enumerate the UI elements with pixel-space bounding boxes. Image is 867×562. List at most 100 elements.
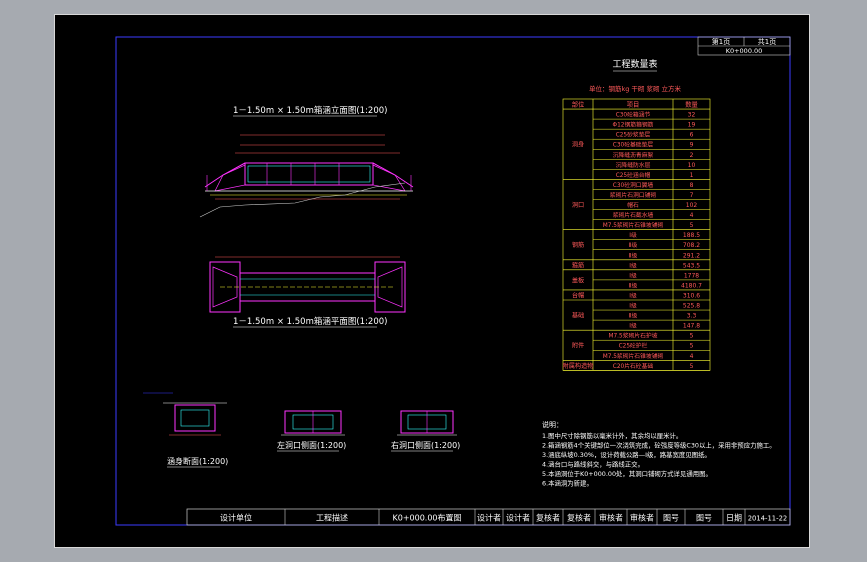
table-cell-item: M7.5浆砌片石锥坡铺砌 <box>603 221 664 229</box>
table-cell-qty: 10 <box>688 162 696 169</box>
viewport: 第1页 共1页 K0+000.00 1－1.50m × 1.50m箱涵立面图(1… <box>0 0 867 562</box>
table-cell-qty: 102 <box>686 202 698 209</box>
table-cell-qty: 7 <box>690 192 694 199</box>
table-group-label: 洞口 <box>572 201 584 209</box>
title-block-cell: 图号 <box>696 514 712 523</box>
sheet-total-label: 共1页 <box>758 37 776 46</box>
note-line: 6.本涵洞为新建。 <box>542 479 593 488</box>
title-block-cell: 设计者 <box>506 513 530 523</box>
left-portal-title: 左洞口侧面(1:200) <box>277 440 346 450</box>
quantity-table-title: 工程数量表 <box>612 58 657 70</box>
table-cell-qty: 188.5 <box>683 232 700 239</box>
note-line: 5.本涵洞位于K0+000.00处，其洞口铺砌方式详见通用图。 <box>542 469 712 478</box>
title-block-cell: 复核者 <box>536 513 560 523</box>
table-cell-qty: 4 <box>690 353 694 360</box>
title-block-cell: 图号 <box>663 514 679 523</box>
title-block-cell: 复核者 <box>567 513 591 523</box>
note-line: 2.箱涵钢筋4个关键部位一次浇筑完成，砼强度等级C30以上，采用非预应力施工。 <box>542 441 776 450</box>
table-cell-qty: 5 <box>690 363 694 370</box>
drawing-canvas[interactable]: 第1页 共1页 K0+000.00 1－1.50m × 1.50m箱涵立面图(1… <box>54 14 810 548</box>
title-block-cell: 2014-11-22 <box>748 515 788 523</box>
table-cell-qty: 8 <box>690 182 694 189</box>
table-cell-item: C30砼洞口翼墙 <box>613 181 654 189</box>
cross-section-drawing[interactable]: 涵身断面(1:200) <box>143 392 228 468</box>
drawing-sheet: 第1页 共1页 K0+000.00 1－1.50m × 1.50m箱涵立面图(1… <box>115 36 791 526</box>
notes-heading: 说明： <box>542 420 563 429</box>
title-block-cell: 设计单位 <box>220 513 252 523</box>
title-block-cell: K0+000.00布置图 <box>392 513 461 523</box>
table-cell-item: 浆砌片石洞口铺砌 <box>610 191 657 199</box>
elevation-title: 1－1.50m × 1.50m箱涵立面图(1:200) <box>233 105 387 116</box>
title-block-cell: 审核者 <box>599 513 623 523</box>
table-group-label: 洞身 <box>572 141 584 149</box>
table-header: 项目 <box>627 101 640 109</box>
table-cell-item: Ⅱ级 <box>629 241 638 249</box>
sheet-station: K0+000.00 <box>726 47 763 55</box>
table-cell-item: Φ12钢筋箍钢筋 <box>613 121 654 129</box>
table-cell-qty: 3.3 <box>687 313 697 320</box>
table-cell-qty: 1 <box>690 172 694 179</box>
table-cell-item: Ⅱ级 <box>629 312 638 320</box>
quantity-table-unit-note: 单位：钢筋kg 干砌 浆砌 立方米 <box>589 84 682 93</box>
table-cell-item: 沉降缝防水层 <box>616 161 651 169</box>
table-cell-item: Ⅰ级 <box>629 271 637 279</box>
table-cell-qty: 6 <box>690 132 694 139</box>
title-block-cell: 日期 <box>726 514 742 523</box>
table-cell-item: C20片石砼基础 <box>613 362 654 370</box>
table-cell-qty: 525.8 <box>683 303 700 310</box>
table-cell-item: C25砼涵台帽 <box>616 171 651 179</box>
cross-section-title: 涵身断面(1:200) <box>167 456 228 466</box>
table-cell-item: Ⅱ级 <box>629 281 638 289</box>
table-group-label: 基础 <box>572 312 584 320</box>
plan-title: 1－1.50m × 1.50m箱涵平面图(1:200) <box>233 316 387 327</box>
note-line: 3.涵底纵坡0.30%，设计荷载公路—Ⅰ级，路基宽度见图纸。 <box>542 450 711 459</box>
table-cell-qty: 543.5 <box>683 262 700 269</box>
table-cell-item: C30砼基础垫层 <box>613 141 654 149</box>
table-cell-qty: 32 <box>688 112 696 119</box>
table-group-label: 台帽 <box>572 291 584 299</box>
sheet-number-box: 第1页 共1页 K0+000.00 <box>697 36 791 56</box>
table-cell-item: M7.5浆砌片石护坡 <box>608 332 657 340</box>
table-group-label: 附件 <box>572 342 584 350</box>
sheet-no-label: 第1页 <box>712 37 730 46</box>
table-cell-qty: 9 <box>690 142 694 149</box>
table-cell-qty: 4 <box>690 212 694 219</box>
table-group-label: 箍筋 <box>572 261 584 269</box>
table-cell-item: C25砼护栏 <box>619 342 648 350</box>
table-cell-qty: 4180.7 <box>681 282 702 289</box>
table-cell-qty: 1778 <box>684 272 699 279</box>
elevation-drawing[interactable]: 1－1.50m × 1.50m箱涵立面图(1:200) <box>199 105 414 218</box>
table-group-label: 附属构造物 <box>563 362 594 370</box>
title-block-cell: 设计者 <box>477 513 501 523</box>
notes-lines: 1.图中尺寸除钢筋以毫米计外，其余均以厘米计。2.箱涵钢筋4个关键部位一次浇筑完… <box>542 431 776 488</box>
title-block: 设计单位 工程描述 K0+000.00布置图 设计者 设计者 复核者 复核者 审核者 审核者 图号… <box>186 508 791 526</box>
table-group-label: 钢筋 <box>572 241 584 249</box>
title-block-cell: 工程描述 <box>316 513 348 523</box>
note-line: 1.图中尺寸除钢筋以毫米计外，其余均以厘米计。 <box>542 431 682 440</box>
table-cell-qty: 708.2 <box>683 242 700 249</box>
table-cell-qty: 5 <box>690 343 694 350</box>
table-cell-qty: 291.2 <box>683 252 700 259</box>
left-portal-drawing[interactable]: 左洞口侧面(1:200) <box>277 410 346 452</box>
table-header: 部位 <box>572 100 585 109</box>
title-block-cell: 审核者 <box>630 513 654 523</box>
table-cell-item: M7.5浆砌片石锥坡铺砌 <box>603 352 664 360</box>
table-cell-item: Ⅱ级 <box>629 251 638 259</box>
table-cell-item: 浆砌片石截水墙 <box>613 211 654 219</box>
right-portal-drawing[interactable]: 右洞口侧面(1:200) <box>391 410 460 452</box>
right-portal-title: 右洞口侧面(1:200) <box>391 440 460 450</box>
table-cell-item: Ⅰ级 <box>629 231 637 239</box>
table-cell-qty: 5 <box>690 222 694 229</box>
table-cell-item: 帽石 <box>627 201 639 209</box>
table-cell-item: Ⅰ级 <box>629 261 637 269</box>
table-header: 数量 <box>685 100 698 109</box>
table-cell-item: 沉降缝沥青麻絮 <box>613 151 654 159</box>
note-line: 4.涵台口与路线斜交，与路线正交。 <box>542 460 644 469</box>
table-cell-item: Ⅰ级 <box>629 322 637 330</box>
table-cell-qty: 19 <box>688 122 696 129</box>
plan-drawing[interactable]: 1－1.50m × 1.50m箱涵平面图(1:200) <box>209 256 406 328</box>
quantity-table[interactable]: 工程数量表 单位：钢筋kg 干砌 浆砌 立方米 部位 项目 数量洞身 C30砼箱涵节 3… <box>563 58 711 371</box>
table-group-label: 盖板 <box>572 276 584 284</box>
table-cell-item: Ⅰ级 <box>629 302 637 310</box>
notes-block: 说明： 1.图中尺寸除钢筋以毫米计外，其余均以厘米计。2.箱涵钢筋4个关键部位一… <box>542 420 776 488</box>
